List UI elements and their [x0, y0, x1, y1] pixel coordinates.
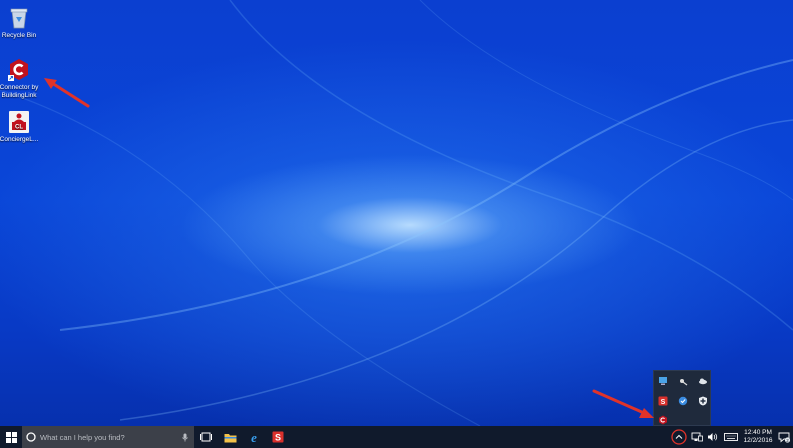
file-explorer-button[interactable]	[218, 426, 242, 448]
action-center-button[interactable]: 2	[775, 426, 793, 448]
connector-app-icon[interactable]	[657, 414, 669, 426]
cortana-icon	[26, 432, 36, 442]
edge-button[interactable]: e	[242, 426, 266, 448]
desktop-icon-recycle-bin[interactable]: Recycle Bin	[0, 6, 41, 40]
security-shield-icon[interactable]	[697, 395, 709, 407]
task-view-button[interactable]	[194, 426, 218, 448]
search-box[interactable]: What can I help you find?	[22, 426, 194, 448]
tray-overflow-flyout: S	[653, 370, 711, 426]
desktop-wallpaper	[0, 0, 793, 426]
desktop-icon-label-line1: Connector by	[0, 84, 39, 91]
search-placeholder: What can I help you find?	[40, 432, 125, 442]
desktop-icon-conciergelink[interactable]: CL ConciergeL...	[0, 110, 41, 144]
show-hidden-icons-button[interactable]	[669, 426, 689, 448]
snagit-icon: S	[272, 431, 284, 443]
file-explorer-icon	[224, 433, 236, 442]
edge-icon: e	[251, 431, 257, 443]
clock-date: 12/2/2016	[743, 437, 773, 444]
clock-time: 12:40 PM	[744, 429, 772, 436]
network-button[interactable]	[689, 426, 705, 448]
clock[interactable]: 12:40 PM 12/2/2016	[741, 429, 775, 445]
conciergelink-badge: CL	[15, 125, 23, 131]
connector-app-icon	[8, 58, 30, 82]
task-view-icon	[200, 432, 212, 442]
network-icon	[691, 432, 703, 442]
svg-text:e: e	[251, 431, 257, 443]
sync-check-icon[interactable]	[677, 395, 689, 407]
desktop-icon-label: Recycle Bin	[1, 32, 37, 39]
onedrive-icon[interactable]	[697, 375, 709, 387]
display-icon[interactable]	[657, 375, 669, 387]
annotation-arrow-desktop	[44, 78, 90, 108]
snagit-icon[interactable]: S	[657, 395, 669, 407]
microphone-icon[interactable]	[182, 433, 188, 442]
desktop-icon-label: ConciergeL...	[0, 136, 39, 143]
annotation-arrow-tray	[592, 389, 654, 418]
svg-text:S: S	[275, 433, 281, 443]
start-button[interactable]	[0, 426, 22, 448]
keyboard-button[interactable]	[721, 426, 741, 448]
keyboard-icon	[724, 433, 738, 441]
desktop-icon-label-line2: BuildingLink	[1, 92, 37, 99]
taskbar: What can I help you find? e S 12:40 PM 1…	[0, 426, 793, 448]
notification-icon: 2	[778, 432, 790, 442]
volume-button[interactable]	[705, 426, 721, 448]
windows-logo-icon	[5, 431, 17, 443]
snagit-button[interactable]: S	[266, 426, 290, 448]
volume-icon	[708, 433, 718, 441]
desktop-icon-connector[interactable]: Connector by BuildingLink	[0, 58, 41, 100]
conciergelink-app-icon: CL	[8, 110, 30, 134]
svg-text:S: S	[661, 399, 666, 406]
network-tool-icon[interactable]	[677, 375, 689, 387]
system-tray: 12:40 PM 12/2/2016 2	[669, 426, 793, 448]
recycle-bin-icon	[8, 6, 30, 30]
chevron-up-icon	[671, 429, 687, 445]
